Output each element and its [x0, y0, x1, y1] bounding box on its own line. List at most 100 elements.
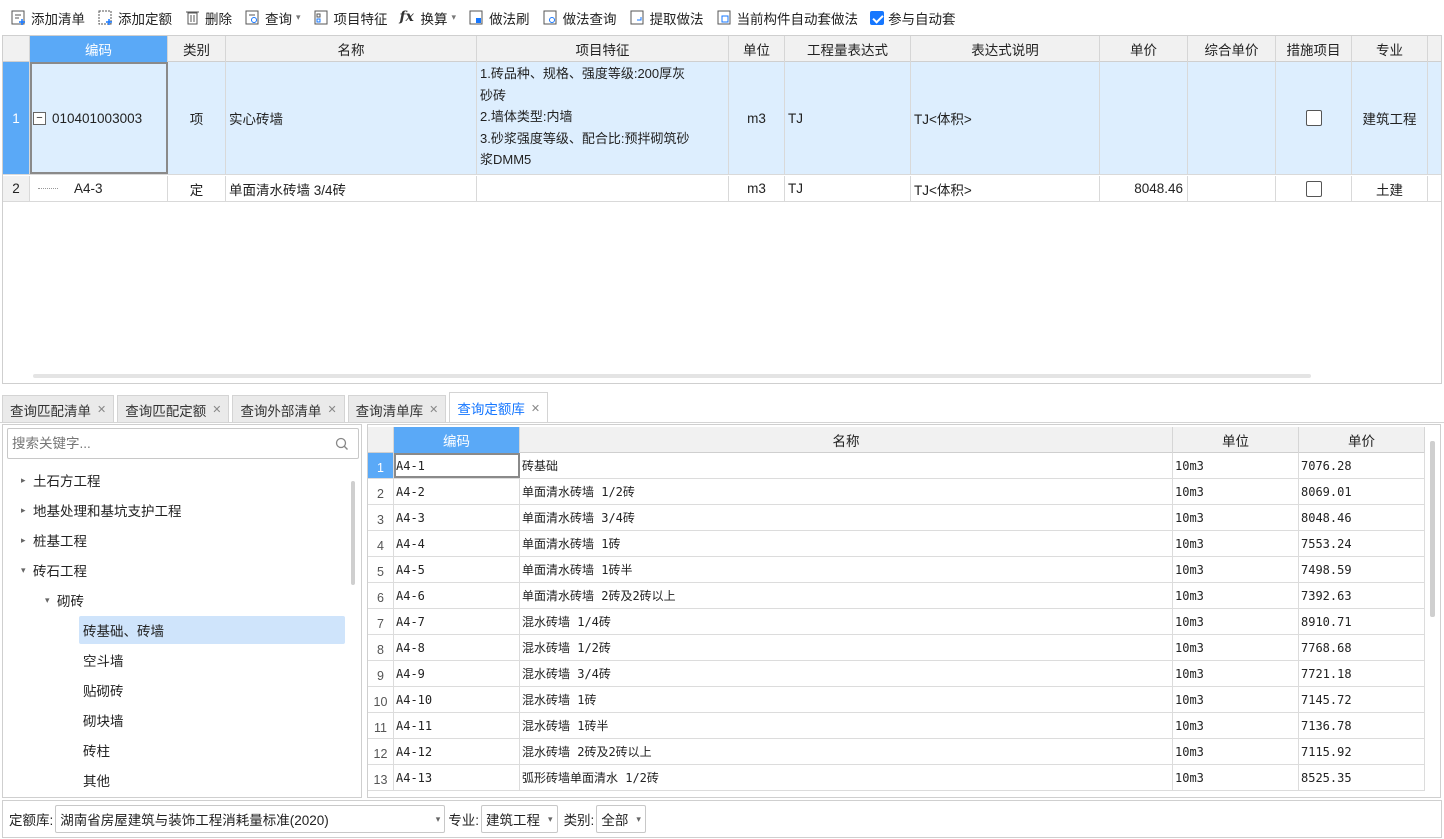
- cell-price[interactable]: 7145.72: [1299, 687, 1425, 712]
- cell-unit[interactable]: 10m3: [1173, 609, 1299, 634]
- row-number[interactable]: 13: [368, 765, 394, 790]
- cell-name[interactable]: 混水砖墙 3/4砖: [520, 661, 1173, 686]
- collapse-arrow-icon[interactable]: ▾: [21, 565, 33, 576]
- measure-checkbox[interactable]: [1305, 110, 1322, 126]
- cell-total-price[interactable]: [1188, 62, 1276, 174]
- col-header-type[interactable]: 类别: [168, 36, 226, 62]
- col-header-total-price[interactable]: 综合单价: [1188, 36, 1276, 62]
- cell-name[interactable]: 混水砖墙 1砖: [520, 687, 1173, 712]
- tree-item[interactable]: 贴砌砖: [83, 675, 124, 705]
- vertical-scrollbar[interactable]: [351, 481, 355, 585]
- table-row[interactable]: 7 A4-7 混水砖墙 1/4砖 10m3 8910.71: [368, 609, 1425, 635]
- col-header-name[interactable]: 名称: [226, 36, 477, 62]
- tree-item[interactable]: 砖柱: [83, 735, 110, 765]
- cell-code[interactable]: A4-7: [394, 609, 520, 634]
- tree-item[interactable]: ▾ 砖石工程: [21, 555, 87, 585]
- cell-name[interactable]: 单面清水砖墙 2砖及2砖以上: [520, 583, 1173, 608]
- cell-price[interactable]: 8069.01: [1299, 479, 1425, 504]
- cell-price[interactable]: 8048.46: [1100, 176, 1188, 201]
- col-header-feature[interactable]: 项目特征: [477, 36, 729, 62]
- cell-name[interactable]: 混水砖墙 1/2砖: [520, 635, 1173, 660]
- table-row[interactable]: 1 A4-1 砖基础 10m3 7076.28: [368, 453, 1425, 479]
- cell-price[interactable]: 7076.28: [1299, 453, 1425, 478]
- cell-unit[interactable]: m3: [729, 62, 785, 174]
- table-row[interactable]: 2 A4-2 单面清水砖墙 1/2砖 10m3 8069.01: [368, 479, 1425, 505]
- cell-name[interactable]: 单面清水砖墙 1/2砖: [520, 479, 1173, 504]
- cell-expr-desc[interactable]: TJ<体积>: [911, 62, 1100, 174]
- cell-name[interactable]: 单面清水砖墙 1砖半: [520, 557, 1173, 582]
- tree-item-selected[interactable]: 砖基础、砖墙: [79, 616, 345, 644]
- cell-unit[interactable]: 10m3: [1173, 505, 1299, 530]
- search-input[interactable]: [12, 436, 332, 451]
- category-select[interactable]: 全部 ▾: [596, 805, 646, 833]
- cell-price[interactable]: 8048.46: [1299, 505, 1425, 530]
- cell-code[interactable]: A4-5: [394, 557, 520, 582]
- cell-feature[interactable]: [477, 176, 729, 201]
- delete-button[interactable]: 删除: [180, 6, 236, 30]
- close-icon[interactable]: ✕: [429, 403, 438, 416]
- row-number[interactable]: 12: [368, 739, 394, 764]
- auto-participate-checkbox[interactable]: 参与自动套: [866, 6, 960, 30]
- cell-measure[interactable]: [1276, 176, 1352, 201]
- vertical-scrollbar[interactable]: [1430, 441, 1435, 617]
- row-number[interactable]: 11: [368, 713, 394, 738]
- cell-unit[interactable]: 10m3: [1173, 479, 1299, 504]
- table-row[interactable]: 12 A4-12 混水砖墙 2砖及2砖以上 10m3 7115.92: [368, 739, 1425, 765]
- collapse-icon[interactable]: −: [33, 111, 46, 125]
- cell-code[interactable]: A4-2: [394, 479, 520, 504]
- row-number[interactable]: 9: [368, 661, 394, 686]
- cell-code[interactable]: A4-3: [394, 505, 520, 530]
- cell-code[interactable]: A4-9: [394, 661, 520, 686]
- col-header-expr[interactable]: 工程量表达式: [785, 36, 911, 62]
- cell-price[interactable]: 7136.78: [1299, 713, 1425, 738]
- measure-checkbox[interactable]: [1305, 180, 1322, 197]
- row-number[interactable]: 7: [368, 609, 394, 634]
- cell-unit[interactable]: m3: [729, 176, 785, 201]
- table-row[interactable]: 13 A4-13 弧形砖墙单面清水 1/2砖 10m3 8525.35: [368, 765, 1425, 791]
- cell-code[interactable]: A4-1: [394, 453, 520, 478]
- cell-unit[interactable]: 10m3: [1173, 557, 1299, 582]
- tree-item[interactable]: ▸ 地基处理和基坑支护工程: [21, 495, 182, 525]
- tab-match-list[interactable]: 查询匹配清单 ✕: [2, 395, 115, 423]
- tree-item[interactable]: 空斗墙: [83, 645, 124, 675]
- cell-price[interactable]: 7768.68: [1299, 635, 1425, 660]
- cell-feature[interactable]: 1.砖品种、规格、强度等级:200厚灰 砂砖 2.墙体类型:内墙 3.砂浆强度等…: [477, 62, 729, 174]
- col-header-unit[interactable]: 单位: [1173, 427, 1299, 453]
- cell-expr[interactable]: TJ: [785, 62, 911, 174]
- checkbox-checked-icon[interactable]: [870, 10, 885, 25]
- cell-name[interactable]: 弧形砖墙单面清水 1/2砖: [520, 765, 1173, 790]
- cell-unit[interactable]: 10m3: [1173, 765, 1299, 790]
- tree-item[interactable]: ▸ 桩基工程: [21, 525, 87, 555]
- tree-item[interactable]: ▸ 土石方工程: [21, 465, 101, 495]
- expand-arrow-icon[interactable]: ▸: [21, 475, 33, 486]
- table-row[interactable]: 4 A4-4 单面清水砖墙 1砖 10m3 7553.24: [368, 531, 1425, 557]
- cell-price[interactable]: 7115.92: [1299, 739, 1425, 764]
- collapse-arrow-icon[interactable]: ▾: [45, 595, 57, 606]
- table-row[interactable]: 9 A4-9 混水砖墙 3/4砖 10m3 7721.18: [368, 661, 1425, 687]
- cell-total-price[interactable]: [1188, 176, 1276, 201]
- horizontal-scrollbar[interactable]: [33, 374, 1311, 378]
- col-header-unit[interactable]: 单位: [729, 36, 785, 62]
- row-number[interactable]: 6: [368, 583, 394, 608]
- method-query-button[interactable]: 做法查询: [538, 6, 621, 30]
- cell-code[interactable]: − 010401003003: [30, 62, 168, 174]
- cell-price[interactable]: 7392.63: [1299, 583, 1425, 608]
- cell-name[interactable]: 混水砖墙 1砖半: [520, 713, 1173, 738]
- col-header-code[interactable]: 编码: [394, 427, 520, 453]
- row-number[interactable]: 5: [368, 557, 394, 582]
- cell-name[interactable]: 混水砖墙 1/4砖: [520, 609, 1173, 634]
- cell-unit[interactable]: 10m3: [1173, 661, 1299, 686]
- query-button[interactable]: 查询 ▾: [240, 6, 305, 30]
- col-header-code[interactable]: 编码: [30, 36, 168, 62]
- cell-name[interactable]: 单面清水砖墙 3/4砖: [520, 505, 1173, 530]
- col-header-price[interactable]: 单价: [1299, 427, 1425, 453]
- row-number[interactable]: 1: [3, 62, 30, 174]
- table-row[interactable]: 1 − 010401003003 项 实心砖墙 1.砖品种、规格、强度等级:20…: [3, 62, 1441, 175]
- cell-unit[interactable]: 10m3: [1173, 453, 1299, 478]
- add-list-button[interactable]: 添加清单: [6, 6, 89, 30]
- cell-unit[interactable]: 10m3: [1173, 635, 1299, 660]
- table-row[interactable]: 3 A4-3 单面清水砖墙 3/4砖 10m3 8048.46: [368, 505, 1425, 531]
- cell-price[interactable]: 7553.24: [1299, 531, 1425, 556]
- cell-code[interactable]: A4-11: [394, 713, 520, 738]
- cell-type[interactable]: 定: [168, 176, 226, 201]
